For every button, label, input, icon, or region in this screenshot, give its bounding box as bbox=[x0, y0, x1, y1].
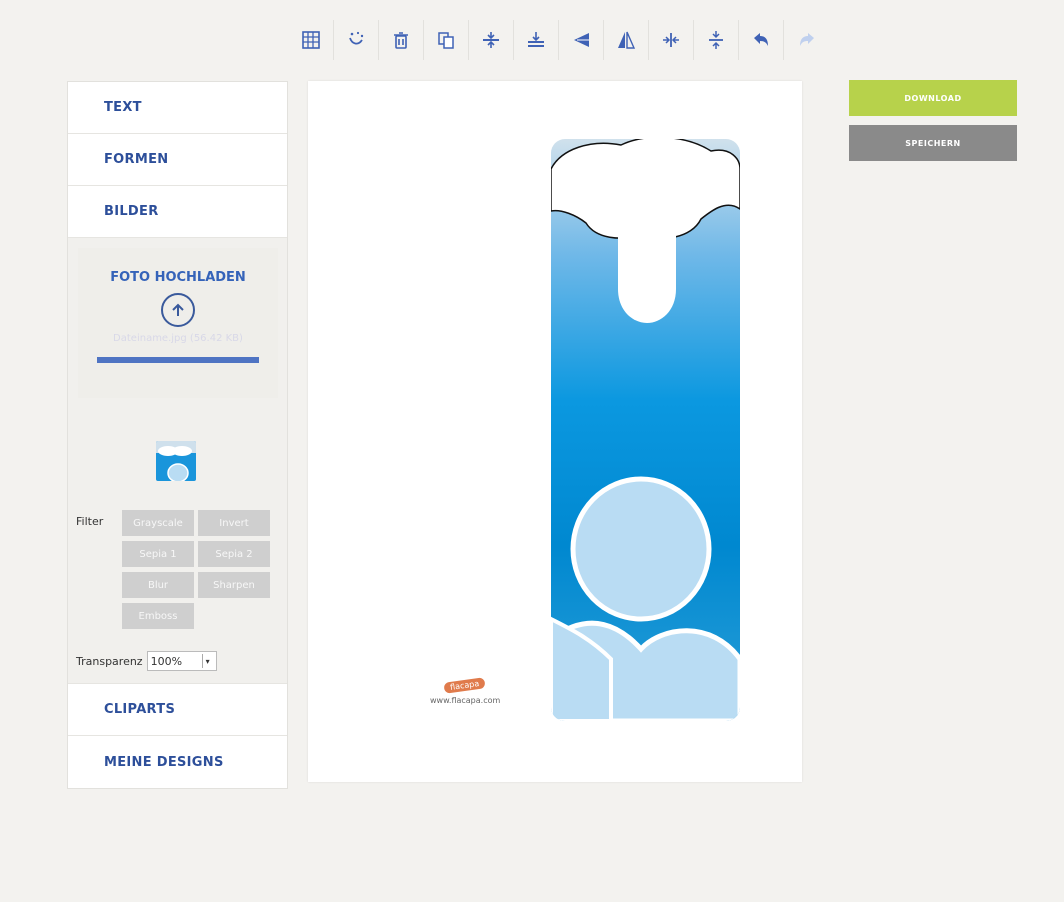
grid-icon[interactable] bbox=[289, 20, 334, 60]
sidebar-item-label: MEINE DESIGNS bbox=[104, 754, 224, 770]
sidebar-item-bilder[interactable]: BILDER bbox=[68, 186, 287, 238]
brand-logo: flacapa www.flacapa.com bbox=[430, 673, 500, 705]
editor-toolbar bbox=[289, 20, 829, 60]
distribute-vertical-icon[interactable] bbox=[694, 20, 739, 60]
sidebar: TEXT FORMEN BILDER FOTO HOCHLADEN Datein… bbox=[67, 81, 288, 789]
filter-sharpen-button[interactable]: Sharpen bbox=[198, 572, 270, 598]
sidebar-item-label: TEXT bbox=[104, 100, 142, 115]
filter-buttons: Grayscale Invert Sepia 1 Sepia 2 Blur Sh… bbox=[122, 510, 276, 629]
logo-badge: flacapa bbox=[443, 677, 487, 694]
flip-horizontal-icon[interactable] bbox=[559, 20, 604, 60]
chevron-down-icon: ▾ bbox=[201, 654, 213, 668]
sidebar-item-label: FORMEN bbox=[104, 152, 169, 167]
filter-sepia2-button[interactable]: Sepia 2 bbox=[198, 541, 270, 567]
redo-icon[interactable] bbox=[784, 20, 829, 60]
sidebar-item-label: BILDER bbox=[104, 204, 159, 219]
sidebar-item-meine-designs[interactable]: MEINE DESIGNS bbox=[68, 736, 287, 788]
filter-label: Filter bbox=[76, 515, 104, 528]
filter-emboss-button[interactable]: Emboss bbox=[122, 603, 194, 629]
transparency-select[interactable]: 100% ▾ bbox=[146, 651, 217, 671]
undo-icon[interactable] bbox=[739, 20, 784, 60]
align-middle-icon[interactable] bbox=[514, 20, 559, 60]
door-hanger-image[interactable] bbox=[551, 139, 740, 721]
logo-url: www.flacapa.com bbox=[430, 696, 501, 705]
transparency-control: Transparenz 100% ▾ bbox=[76, 651, 217, 671]
trash-icon[interactable] bbox=[379, 20, 424, 60]
design-canvas[interactable]: flacapa www.flacapa.com bbox=[308, 81, 802, 782]
transparency-label: Transparenz bbox=[76, 654, 143, 668]
copy-icon[interactable] bbox=[424, 20, 469, 60]
sidebar-item-text[interactable]: TEXT bbox=[68, 82, 287, 134]
transparency-value: 100% bbox=[150, 654, 183, 668]
filter-grayscale-button[interactable]: Grayscale bbox=[122, 510, 194, 536]
sidebar-item-cliparts[interactable]: CLIPARTS bbox=[68, 684, 287, 736]
uploaded-image-thumbnail[interactable] bbox=[156, 441, 196, 481]
upload-title: FOTO HOCHLADEN bbox=[110, 270, 246, 285]
upload-progress-bar bbox=[97, 357, 259, 363]
save-button[interactable]: SPEICHERN bbox=[849, 125, 1017, 161]
download-button[interactable]: DOWNLOAD bbox=[849, 80, 1017, 116]
filter-sepia1-button[interactable]: Sepia 1 bbox=[122, 541, 194, 567]
magic-wand-icon[interactable] bbox=[334, 20, 379, 60]
filter-blur-button[interactable]: Blur bbox=[122, 572, 194, 598]
align-horizontal-icon[interactable] bbox=[649, 20, 694, 60]
sidebar-item-formen[interactable]: FORMEN bbox=[68, 134, 287, 186]
bilder-panel: FOTO HOCHLADEN Dateiname.jpg (56.42 KB) … bbox=[68, 238, 287, 684]
upload-file-info: Dateiname.jpg (56.42 KB) bbox=[113, 333, 243, 344]
photo-upload-area[interactable]: FOTO HOCHLADEN Dateiname.jpg (56.42 KB) bbox=[78, 248, 278, 398]
align-vertical-center-icon[interactable] bbox=[469, 20, 514, 60]
upload-arrow-icon[interactable] bbox=[161, 293, 195, 327]
filter-invert-button[interactable]: Invert bbox=[198, 510, 270, 536]
flip-vertical-icon[interactable] bbox=[604, 20, 649, 60]
sidebar-item-label: CLIPARTS bbox=[104, 702, 176, 717]
